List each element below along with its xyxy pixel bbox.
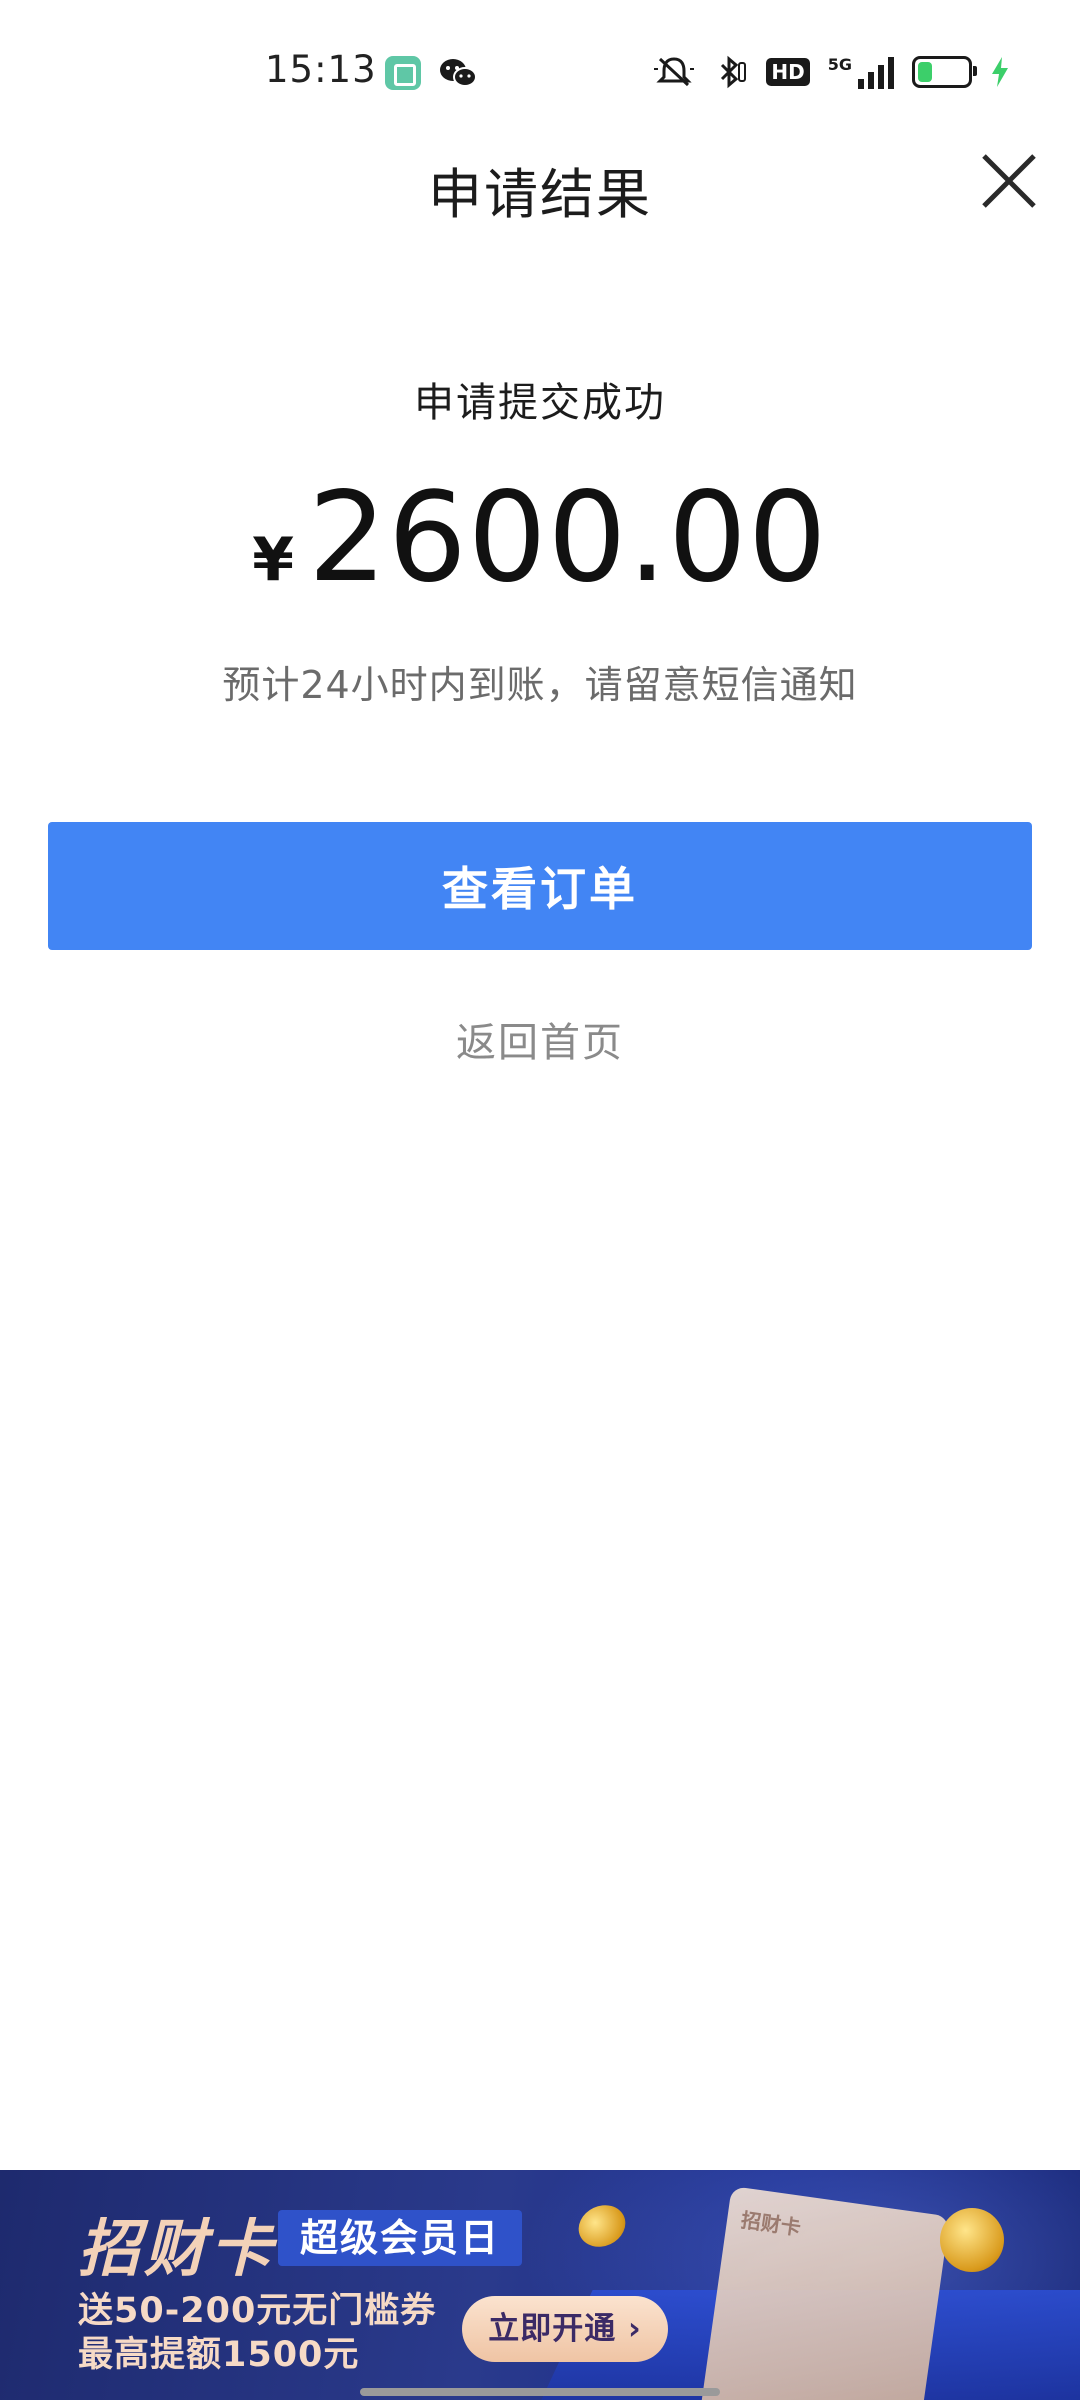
bluetooth-icon — [721, 55, 747, 89]
banner-tag: 超级会员日 — [278, 2210, 523, 2266]
card-label: 招财卡 — [739, 2207, 803, 2240]
currency-symbol: ¥ — [252, 525, 294, 595]
home-indicator[interactable] — [360, 2388, 720, 2396]
arrival-hint: 预计24小时内到账，请留意短信通知 — [222, 663, 858, 707]
signal-icon: 5G — [828, 55, 894, 89]
status-time: 15:13 — [265, 48, 377, 91]
banner-brand: 招财卡 — [78, 2212, 277, 2285]
view-order-button[interactable]: 查看订单 — [48, 822, 1032, 950]
gallery-app-icon — [385, 56, 421, 90]
back-home-link[interactable]: 返回首页 — [0, 1010, 1080, 1068]
close-icon[interactable] — [976, 148, 1042, 214]
banner-limit-text: 最高提额1500元 — [78, 2335, 360, 2375]
charging-icon — [992, 57, 1008, 87]
card-image: 招财卡 — [694, 2186, 950, 2400]
hd-icon: HD — [766, 58, 810, 86]
wechat-icon — [440, 59, 477, 87]
amount-value: 2600.00 — [307, 466, 828, 610]
page-title: 申请结果 — [428, 163, 652, 226]
open-now-button[interactable]: 立即开通 › — [462, 2296, 668, 2362]
mute-icon — [654, 57, 695, 87]
result-status: 申请提交成功 — [414, 380, 666, 426]
coin-icon — [940, 2208, 1004, 2272]
battery-icon — [912, 56, 977, 88]
promo-banner[interactable]: 招财卡 招财卡 超级会员日 送50-200元无门槛券 最高提额1500元 立即开… — [0, 2170, 1080, 2400]
amount-display: ¥2600.00 — [0, 466, 1080, 610]
status-bar: 15:13 HD 5G — [0, 0, 1080, 140]
